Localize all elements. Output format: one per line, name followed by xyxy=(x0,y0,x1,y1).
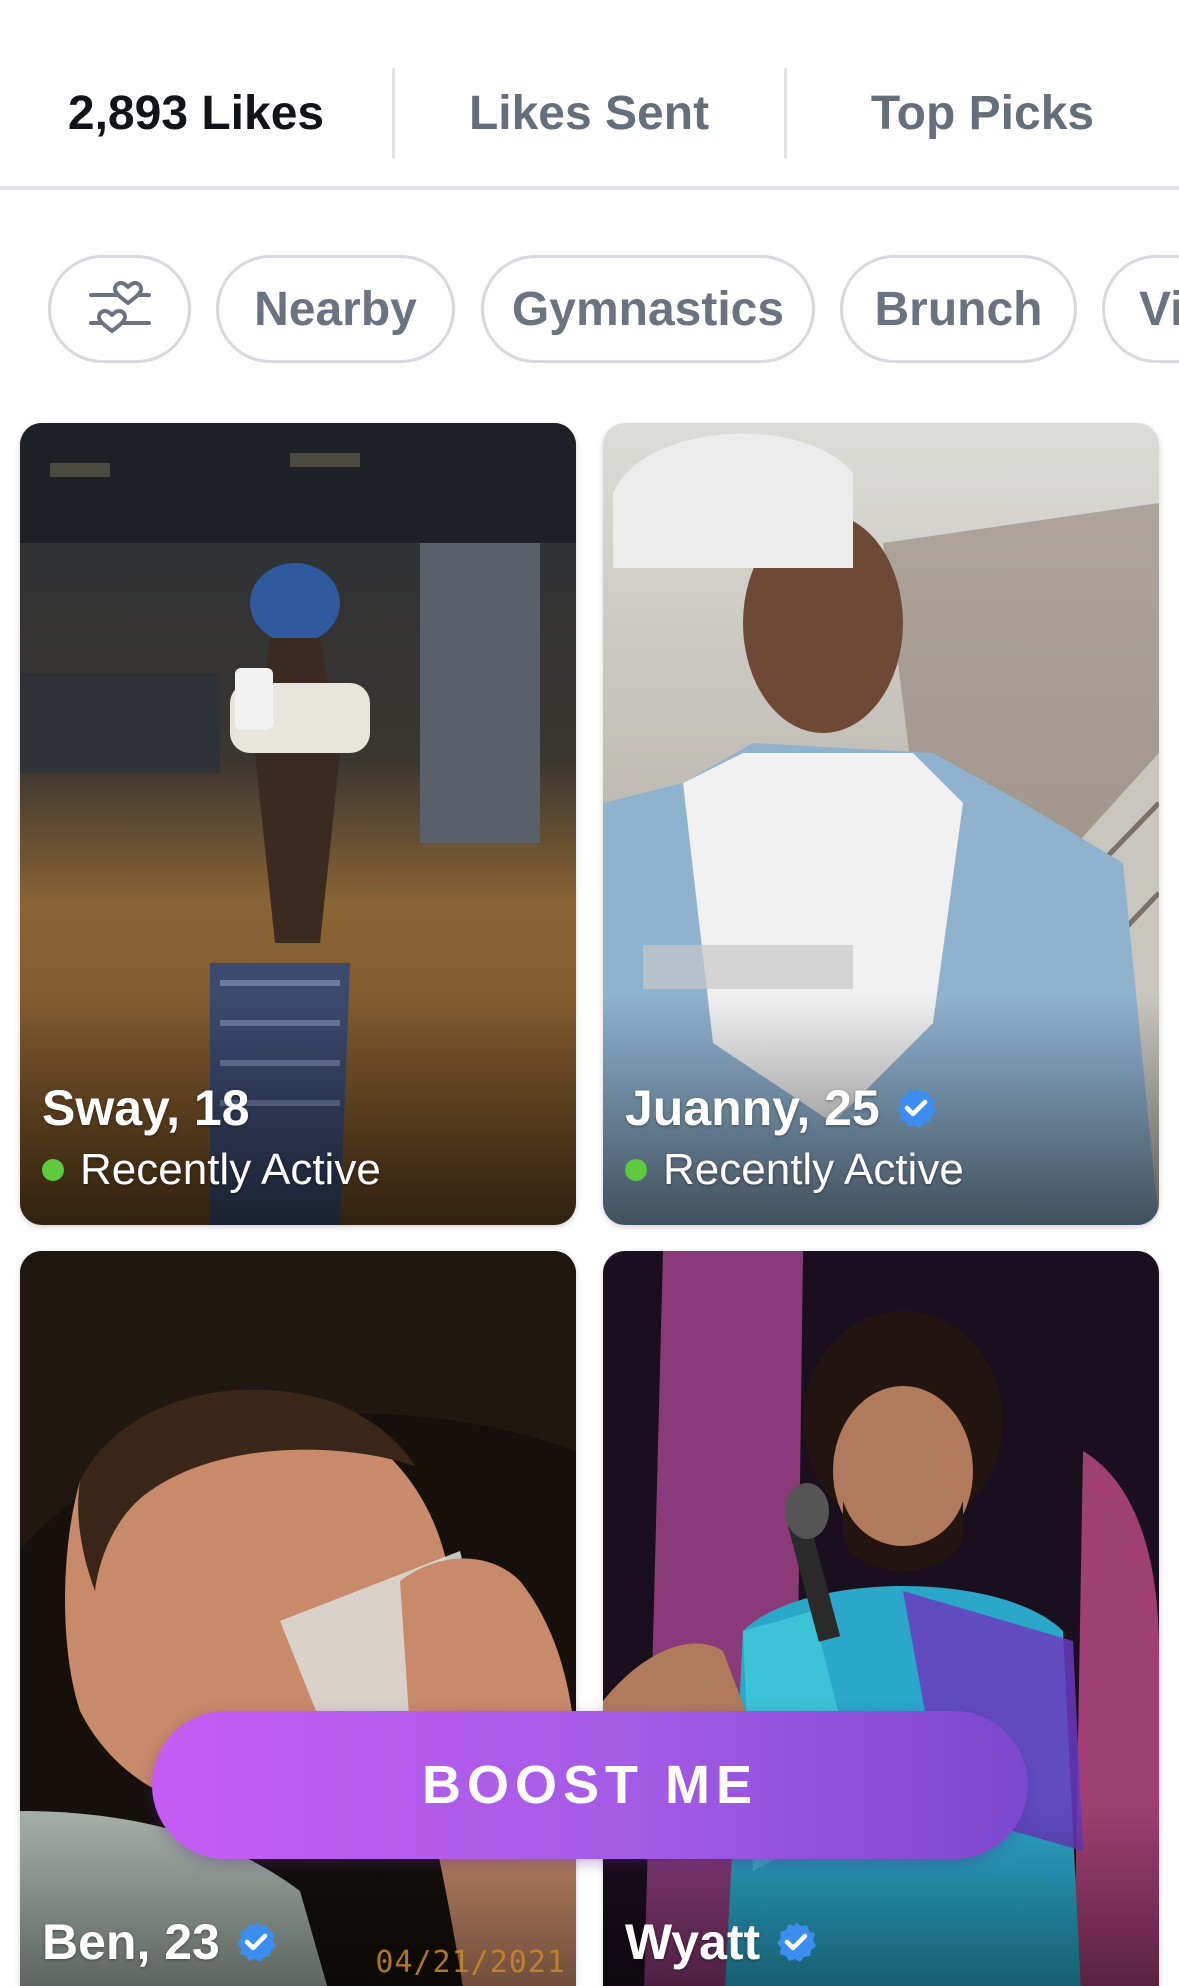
boost-me-button[interactable]: BOOST ME xyxy=(152,1711,1028,1859)
profile-name: Sway, 18 xyxy=(42,1080,250,1136)
likes-tab-bar: 2,893 Likes Likes Sent Top Picks xyxy=(0,0,1179,190)
profile-card[interactable]: 04/21/2021 Ben, 23 xyxy=(20,1251,576,1986)
activity-status: Recently Active xyxy=(42,1139,381,1201)
verified-badge-icon xyxy=(894,1086,938,1130)
profile-card[interactable]: Sway, 18 Recently Active xyxy=(20,423,576,1225)
profile-name: Ben, 23 xyxy=(42,1914,220,1970)
card-info: Ben, 23 xyxy=(42,1911,278,1973)
card-info: Sway, 18 Recently Active xyxy=(42,1077,381,1201)
online-dot-icon xyxy=(42,1159,64,1181)
filter-settings-button[interactable] xyxy=(48,255,191,363)
profile-name-row: Sway, 18 xyxy=(42,1077,381,1139)
card-info: Wyatt xyxy=(625,1911,818,1973)
tab-likes[interactable]: 2,893 Likes xyxy=(0,68,392,158)
profile-name-row: Wyatt xyxy=(625,1911,818,1973)
profile-name-row: Juanny, 25 xyxy=(625,1077,964,1139)
activity-status-text: Recently Active xyxy=(663,1145,964,1194)
profile-name: Wyatt xyxy=(625,1914,761,1970)
activity-status-text: Recently Active xyxy=(80,1145,381,1194)
tab-top-picks[interactable]: Top Picks xyxy=(786,68,1179,158)
profile-name: Juanny, 25 xyxy=(625,1080,880,1136)
card-info: Juanny, 25 Recently Active xyxy=(625,1077,964,1201)
online-dot-icon xyxy=(625,1159,647,1181)
chip-gymnastics[interactable]: Gymnastics xyxy=(481,255,815,363)
tab-likes-sent[interactable]: Likes Sent xyxy=(392,68,786,158)
heart-sliders-icon xyxy=(87,276,153,342)
activity-status: Recently Active xyxy=(625,1139,964,1201)
verified-badge-icon xyxy=(774,1920,818,1964)
chip-brunch[interactable]: Brunch xyxy=(840,255,1077,363)
likes-screen: 2,893 Likes Likes Sent Top Picks Nearby … xyxy=(0,0,1179,1986)
profile-card[interactable]: Wyatt xyxy=(603,1251,1159,1986)
photo-date-stamp: 04/21/2021 xyxy=(375,1945,566,1980)
filter-chip-row: Nearby Gymnastics Brunch Vi xyxy=(0,255,1179,367)
verified-badge-icon xyxy=(234,1920,278,1964)
profile-name-row: Ben, 23 xyxy=(42,1911,278,1973)
profile-card[interactable]: Juanny, 25 Recently Active xyxy=(603,423,1159,1225)
chip-nearby[interactable]: Nearby xyxy=(216,255,455,363)
chip-partial[interactable]: Vi xyxy=(1102,255,1179,363)
